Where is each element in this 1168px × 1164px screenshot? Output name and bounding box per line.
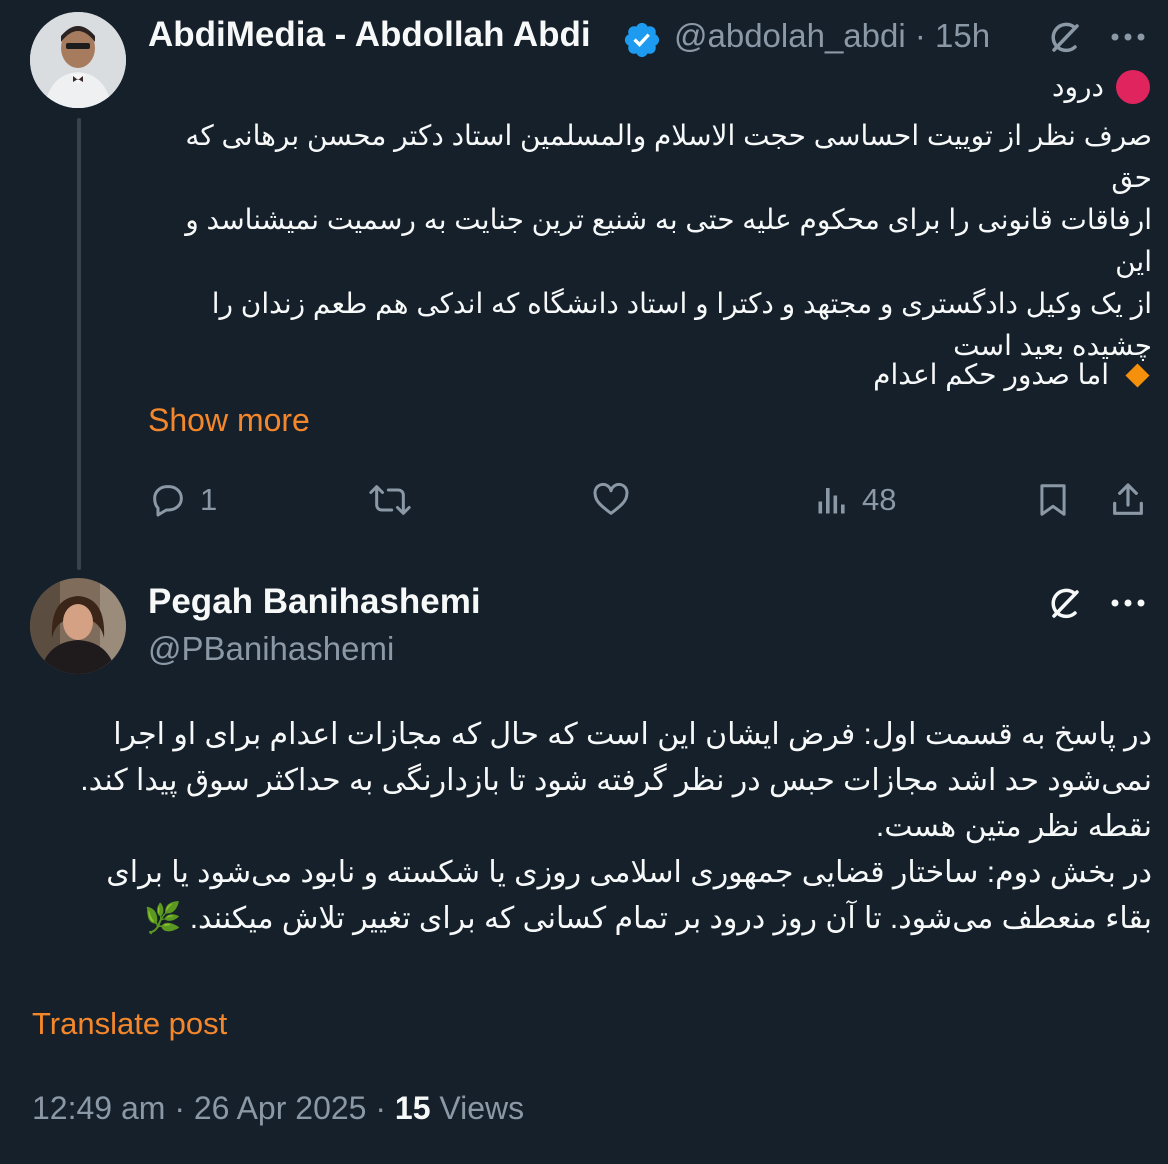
views-count-2: 15 (394, 1090, 431, 1126)
grok-icon[interactable] (1042, 582, 1086, 626)
like-button[interactable] (590, 480, 632, 520)
grok-icon[interactable] (1042, 16, 1086, 60)
greeting-text: درود (1052, 71, 1104, 102)
text-line: نمی‌شود حد اشد مجازات حبس در نظر گرفته ش… (80, 764, 1152, 797)
avatar-abdi[interactable] (30, 12, 126, 108)
post-timestamp[interactable]: 12:49 am · 26 Apr 2025 · (32, 1090, 395, 1126)
like-icon (593, 482, 629, 515)
paragraph-line: ارفاقات قانونی را برای محکوم علیه حتی به… (185, 204, 1152, 277)
orange-diamond-icon (1125, 362, 1150, 388)
more-icon[interactable] (1108, 586, 1148, 620)
greeting-line: درود (1052, 66, 1150, 108)
display-name[interactable]: AbdiMedia - Abdollah Abdi (148, 15, 591, 55)
separator: · (914, 17, 926, 54)
text-line: در بخش دوم: ساختار قضایی جمهوری اسلامی ر… (106, 856, 1152, 889)
retweet-icon (369, 485, 411, 515)
show-more-link[interactable]: Show more (148, 402, 310, 439)
reply-icon (153, 485, 183, 517)
red-circle-icon (1116, 70, 1150, 104)
paragraph-line: صرف نظر از توییت احساسی حجت الاسلام والم… (185, 120, 1152, 193)
bullet-line: اما صدور حکم اعدام (873, 354, 1152, 396)
bookmark-icon (1040, 484, 1066, 516)
translate-post-link[interactable]: Translate post (32, 1006, 227, 1042)
views-label: Views (430, 1090, 525, 1126)
text-line: بقاء منعطف می‌شود. تا آن روز درود بر تما… (144, 902, 1152, 935)
timestamp-relative[interactable]: 15h (935, 17, 990, 54)
thread-line (77, 118, 81, 570)
display-name-2[interactable]: Pegah Banihashemi (148, 582, 481, 622)
bullet-text: اما صدور حکم اعدام (873, 359, 1109, 390)
reply-count: 1 (200, 482, 218, 517)
reply-button[interactable]: 1 (148, 480, 217, 520)
text-line: در پاسخ به قسمت اول: فرض ایشان این است ک… (113, 718, 1152, 751)
more-icon[interactable] (1108, 20, 1148, 54)
handle[interactable]: @abdolah_abdi · 15h (674, 17, 990, 55)
text-line: نقطه نظر متین هست. (875, 810, 1152, 843)
verified-badge-icon (622, 20, 662, 60)
avatar-pegah[interactable] (30, 578, 126, 674)
tweet2-text: در پاسخ به قسمت اول: فرض ایشان این است ک… (32, 712, 1152, 942)
handle-2[interactable]: @PBanihashemi (148, 630, 394, 668)
bookmark-button[interactable] (1034, 480, 1072, 520)
paragraph-line: از یک وکیل دادگستری و مجتهد و دکترا و اس… (211, 288, 1152, 319)
views-icon (818, 488, 845, 514)
views-count: 48 (862, 482, 897, 517)
tweet1-paragraph: صرف نظر از توییت احساسی حجت الاسلام والم… (142, 115, 1152, 367)
share-button[interactable] (1108, 480, 1148, 520)
views-button[interactable]: 48 (814, 480, 896, 520)
share-icon (1113, 483, 1143, 515)
post-meta: 12:49 am · 26 Apr 2025 · 15 Views (32, 1090, 524, 1127)
retweet-button[interactable] (368, 480, 412, 520)
handle-text[interactable]: @abdolah_abdi (674, 17, 906, 54)
